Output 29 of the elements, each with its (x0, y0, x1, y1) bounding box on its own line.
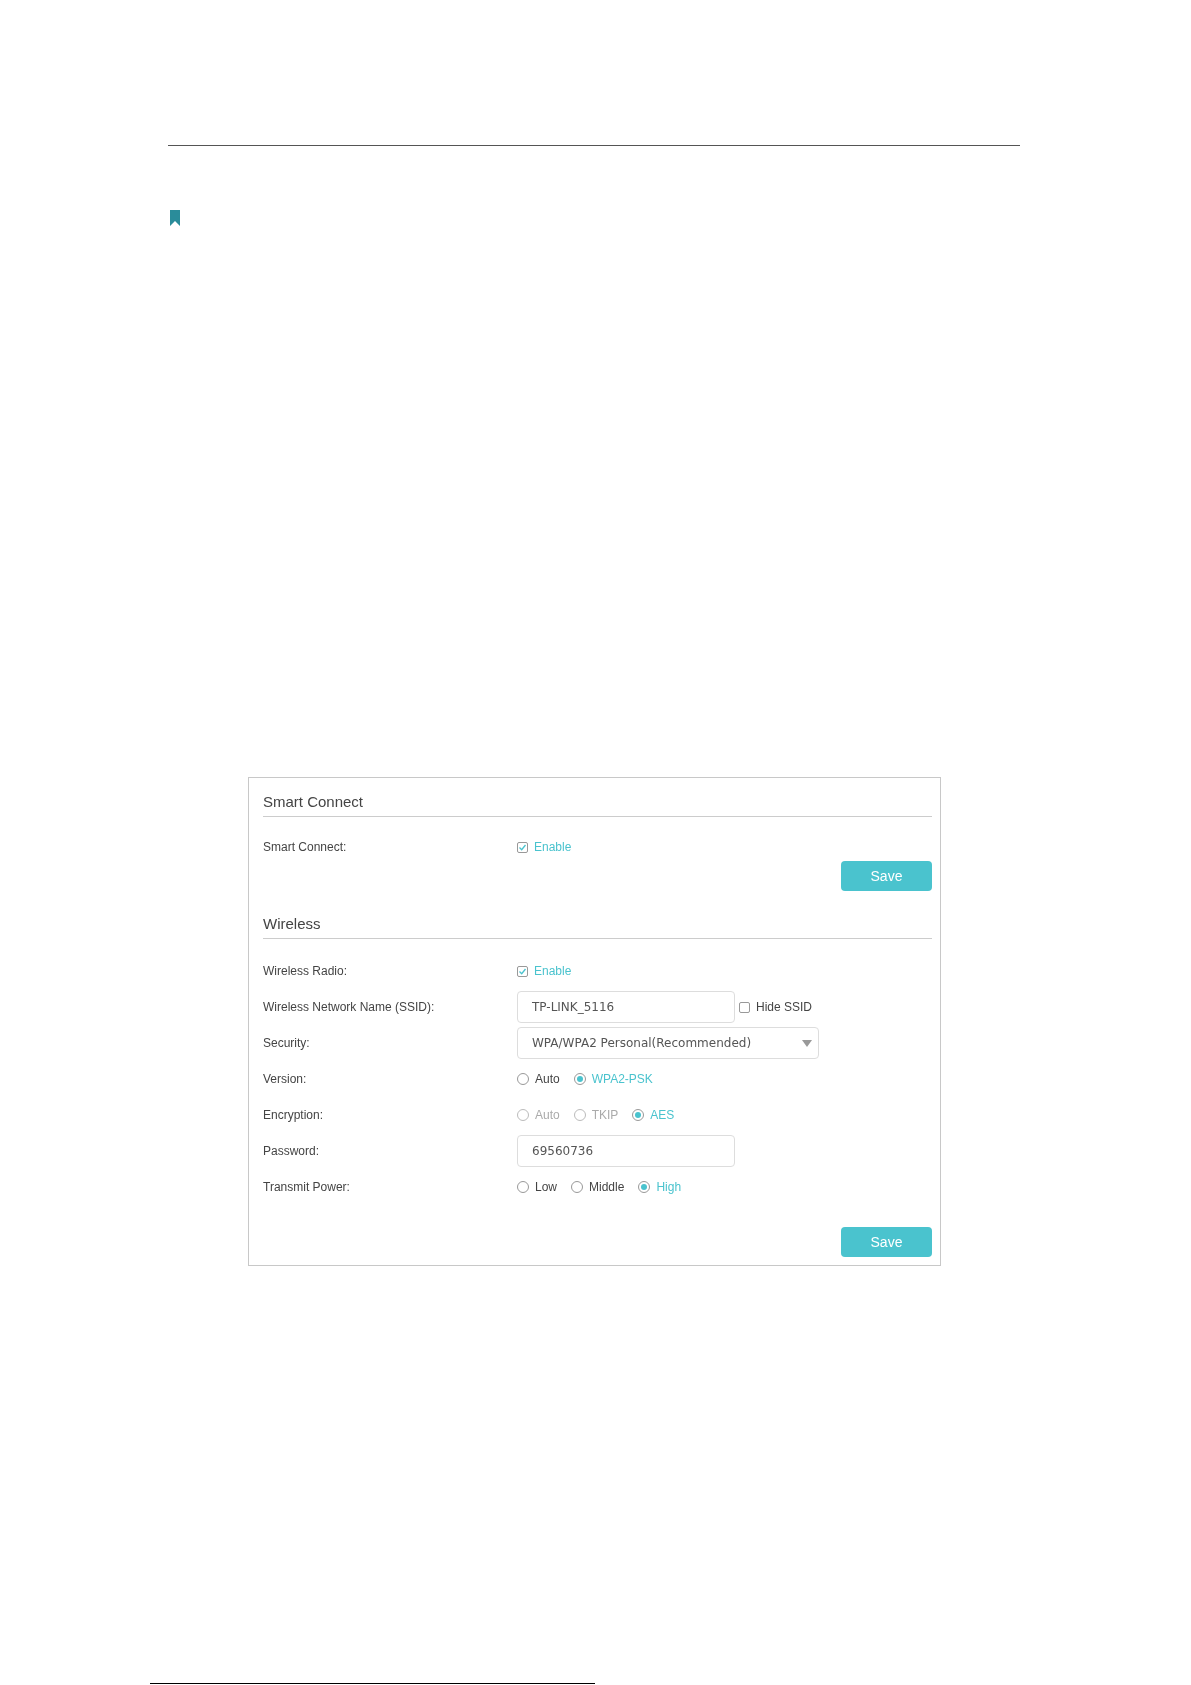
radio-label: Auto (535, 1108, 560, 1122)
checkbox-label: Hide SSID (756, 1000, 813, 1014)
section-title: Wireless (263, 893, 932, 939)
field-label: Encryption: (263, 1108, 325, 1122)
field-label: Wireless Network Name (SSID): (263, 1000, 436, 1014)
field-label: Wireless Radio: (263, 964, 349, 978)
checkbox-label: Enable (534, 964, 572, 978)
field-label: Smart Connect: (263, 840, 348, 854)
input-field[interactable]: 69560736 (517, 1135, 735, 1167)
radio-label: TKIP (591, 1108, 619, 1122)
field-label: Transmit Power: (263, 1180, 351, 1194)
field-label: Password: (263, 1144, 321, 1158)
radio-label: Low (535, 1180, 557, 1194)
radio-label: Auto (535, 1072, 560, 1086)
checkbox-label: Enable (534, 840, 572, 854)
bookmark-icon (170, 210, 180, 226)
select-field[interactable]: WPA/WPA2 Personal(Recommended) (517, 1027, 819, 1059)
section-title: Smart Connect (263, 778, 932, 817)
checkbox[interactable] (517, 965, 528, 977)
field-label: Security: (263, 1036, 311, 1050)
radio-label: AES (650, 1108, 675, 1122)
radio-label: High (656, 1180, 682, 1194)
field-label: Version: (263, 1072, 308, 1086)
checkbox[interactable] (517, 841, 528, 853)
radio-label: WPA2-PSK (591, 1072, 653, 1086)
input-field[interactable]: TP-LINK_5116 (517, 991, 735, 1023)
checkbox[interactable] (739, 1001, 750, 1013)
radio-label: Middle (589, 1180, 625, 1194)
caret-icon (802, 1039, 812, 1047)
